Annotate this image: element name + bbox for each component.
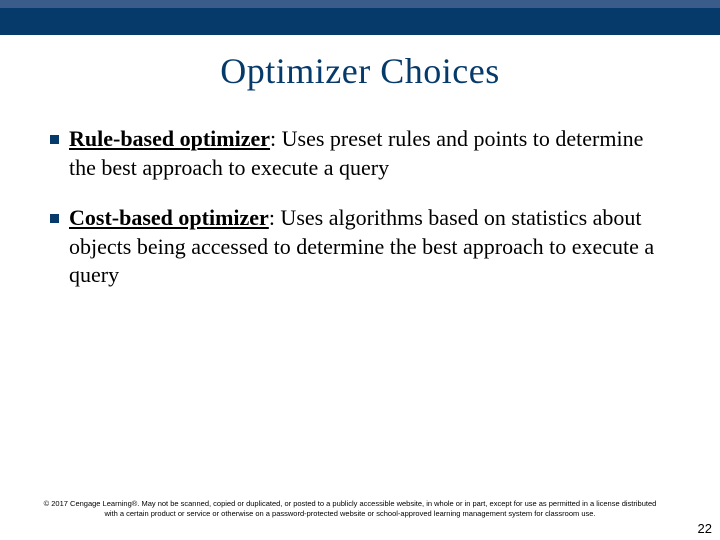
page-title: Optimizer Choices: [0, 50, 720, 92]
content-area: Rule-based optimizer: Uses preset rules …: [50, 125, 660, 312]
bullet-text: Rule-based optimizer: Uses preset rules …: [69, 125, 660, 182]
bullet-square-icon: [50, 135, 59, 144]
list-item: Cost-based optimizer: Uses algorithms ba…: [50, 204, 660, 290]
bullet-text: Cost-based optimizer: Uses algorithms ba…: [69, 204, 660, 290]
page-number: 22: [698, 521, 712, 536]
list-item: Rule-based optimizer: Uses preset rules …: [50, 125, 660, 182]
term: Cost-based optimizer: [69, 205, 269, 230]
header-band-dark: [0, 8, 720, 35]
bullet-square-icon: [50, 214, 59, 223]
header-band-light: [0, 0, 720, 8]
slide: Optimizer Choices Rule-based optimizer: …: [0, 0, 720, 540]
term: Rule-based optimizer: [69, 126, 270, 151]
copyright-fineprint: © 2017 Cengage Learning®. May not be sca…: [40, 499, 660, 518]
